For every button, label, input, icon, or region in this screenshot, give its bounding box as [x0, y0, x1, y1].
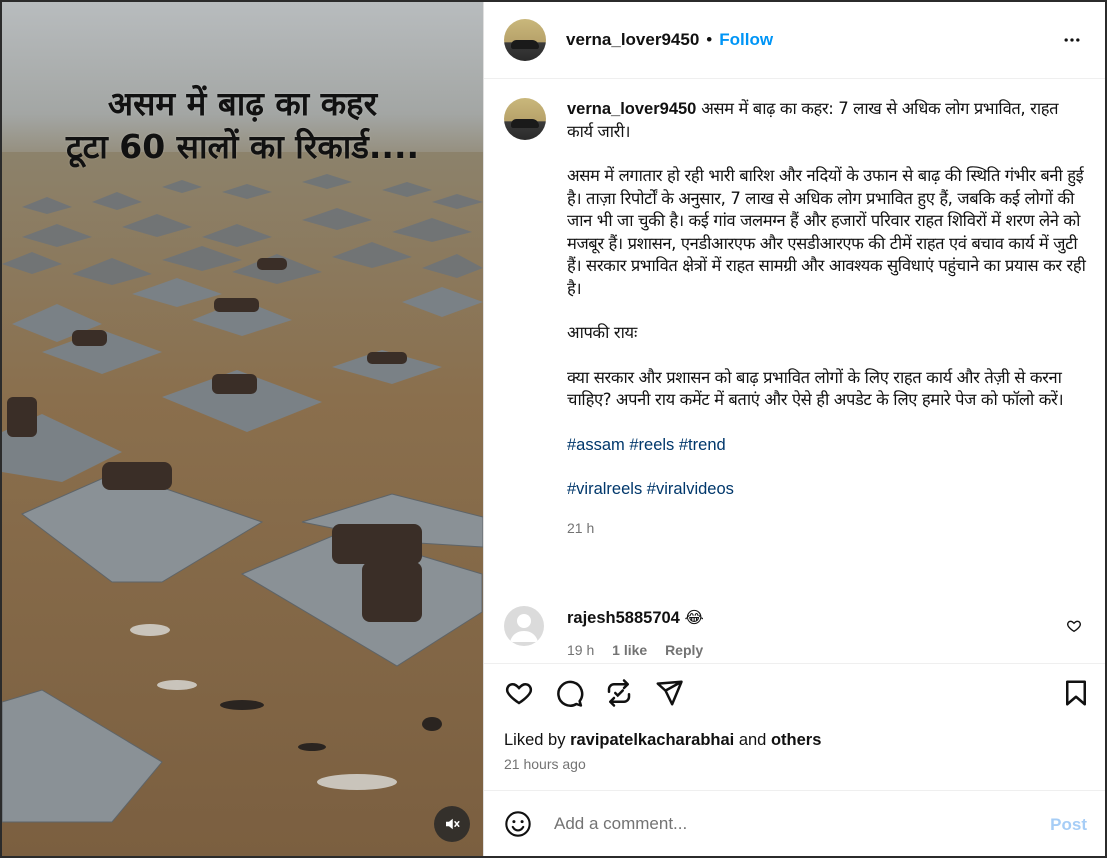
comment-text: rajesh5885704 😂 [567, 608, 704, 628]
commenter-avatar[interactable] [504, 606, 544, 646]
post-actions-bar [484, 674, 1105, 714]
comment-meta: 19 h 1 like Reply [567, 642, 717, 658]
author-username[interactable]: verna_lover9450 [566, 30, 699, 50]
post-header: verna_lover9450 • Follow [484, 2, 1105, 79]
comment-item: rajesh5885704 😂 19 h 1 like Reply [504, 604, 1086, 663]
caption-question: क्या सरकार और प्रशासन को बाढ़ प्रभावित ल… [567, 367, 1064, 410]
add-comment-bar: Post [484, 790, 1105, 856]
heart-icon[interactable] [504, 678, 534, 708]
comment-time[interactable]: 19 h [567, 642, 594, 658]
likes-summary: Liked by ravipatelkacharabhai and others [504, 731, 821, 750]
comment-icon[interactable] [554, 678, 584, 708]
caption-username[interactable]: verna_lover9450 [567, 100, 696, 118]
post-details-panel: verna_lover9450 • Follow verna_lover9450… [483, 2, 1105, 856]
repost-icon[interactable] [604, 678, 634, 708]
caption-author-avatar[interactable] [504, 98, 546, 140]
header-separator: • [706, 30, 713, 49]
commenter-username[interactable]: rajesh5885704 [567, 609, 680, 627]
comment-input[interactable] [554, 811, 1014, 837]
caption-text: verna_lover9450 असम में बाढ़ का कहर: 7 ल… [567, 98, 1086, 539]
caption-opinion-heading: आपकी रायः [567, 323, 637, 342]
comment-body: 😂 [684, 609, 704, 627]
default-user-icon [510, 614, 538, 642]
caption-timestamp[interactable]: 21 h [567, 517, 1086, 540]
post-timestamp[interactable]: 21 hours ago [504, 756, 586, 772]
more-options-icon[interactable] [1061, 30, 1083, 50]
follow-button[interactable]: Follow [719, 30, 773, 50]
likes-prefix: Liked by [504, 731, 566, 749]
caption-body-paragraph: असम में लगातार हो रही भारी बारिश और नदिय… [567, 166, 1086, 298]
post-video[interactable]: असम में बाढ़ का कहर टूटा 60 सालों का रिक… [2, 2, 483, 856]
emoji-icon[interactable] [504, 810, 532, 838]
overlay-line-1: असम में बाढ़ का कहर [107, 84, 378, 123]
instagram-post-modal: असम में बाढ़ का कहर टूटा 60 सालों का रिक… [0, 0, 1107, 858]
save-bookmark-icon[interactable] [1061, 678, 1091, 708]
author-avatar[interactable] [504, 19, 546, 61]
post-caption: verna_lover9450 असम में बाढ़ का कहर: 7 ल… [504, 98, 1086, 539]
hashtags-line-2[interactable]: #viralreels #viralvideos [567, 478, 1086, 501]
speaker-muted-icon [446, 818, 460, 830]
comments-scroll-area[interactable]: verna_lover9450 असम में बाढ़ का कहर: 7 ल… [484, 80, 1105, 664]
video-overlay-title: असम में बाढ़ का कहर टूटा 60 सालों का रिक… [2, 82, 483, 168]
mute-button[interactable] [434, 806, 470, 842]
share-icon[interactable] [654, 678, 684, 708]
comment-reply-button[interactable]: Reply [665, 642, 703, 658]
post-comment-button[interactable]: Post [1050, 815, 1087, 835]
likes-others[interactable]: others [771, 731, 821, 749]
overlay-line-2: टूटा 60 सालों का रिकार्ड.... [65, 127, 420, 166]
comment-heart-icon[interactable] [1066, 618, 1082, 634]
hashtags-line-1[interactable]: #assam #reels #trend [567, 434, 1086, 457]
likes-user[interactable]: ravipatelkacharabhai [570, 731, 734, 749]
comment-like-count[interactable]: 1 like [612, 642, 647, 658]
likes-conjunction: and [738, 731, 767, 749]
